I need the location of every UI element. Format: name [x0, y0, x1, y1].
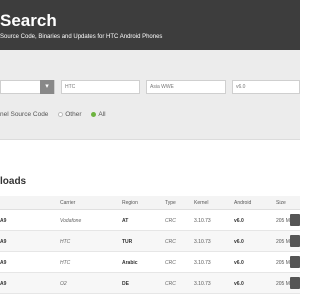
cell-region: TUR: [122, 239, 133, 245]
radio-all[interactable]: [91, 111, 97, 117]
col-carrier: Carrier: [60, 200, 76, 206]
cell-kernel: 3.10.73: [194, 239, 211, 245]
page-title: Search: [0, 11, 57, 30]
cell-type: CRC: [165, 281, 176, 287]
cell-region: Arabic: [122, 260, 138, 266]
filter-select-1[interactable]: ▾: [0, 80, 55, 94]
table-row[interactable]: A9 Vodafone AT CRC 3.10.73 v6.0 205 MB: [0, 210, 300, 231]
cell-carrier: HTC: [60, 260, 71, 266]
radio-label: nel Source Code: [0, 111, 49, 118]
download-icon[interactable]: [290, 277, 300, 289]
cell-name: A9: [0, 260, 7, 266]
cell-carrier: Vodafone: [60, 218, 82, 224]
table-row[interactable]: A9 O2 DE CRC 3.10.73 v6.0 205 MB: [0, 273, 300, 294]
radio-other[interactable]: [58, 111, 64, 117]
filter-select-4-value: v6.0: [236, 84, 246, 90]
col-android: Android: [234, 200, 252, 206]
filter-select-4[interactable]: v6.0: [232, 80, 300, 94]
filter-select-2-value: HTC: [65, 84, 76, 90]
cell-kernel: 3.10.73: [194, 218, 211, 224]
cell-android: v6.0: [234, 281, 244, 287]
cell-kernel: 3.10.73: [194, 260, 211, 266]
downloads-table: Carrier Region Type Kernel Android Size …: [0, 196, 300, 294]
cell-android: v6.0: [234, 239, 244, 245]
cell-region: AT: [122, 218, 129, 224]
col-kernel: Kernel: [194, 200, 209, 206]
download-icon[interactable]: [290, 214, 300, 226]
page-header: Search Source Code, Binaries and Updates…: [0, 0, 300, 50]
cell-carrier: HTC: [60, 239, 71, 245]
cell-region: DE: [122, 281, 129, 287]
cell-type: CRC: [165, 260, 176, 266]
filter-select-3[interactable]: Asia WWE: [146, 80, 226, 94]
cell-android: v6.0: [234, 260, 244, 266]
page-subtitle: Source Code, Binaries and Updates for HT…: [0, 34, 163, 40]
radio-all-label: All: [98, 111, 106, 118]
col-type: Type: [165, 200, 176, 206]
cell-android: v6.0: [234, 218, 244, 224]
filter-select-3-value: Asia WWE: [150, 84, 174, 90]
cell-name: A9: [0, 218, 7, 224]
cell-kernel: 3.10.73: [194, 281, 211, 287]
cell-carrier: O2: [60, 281, 67, 287]
cell-type: CRC: [165, 239, 176, 245]
radio-other-label: Other: [65, 111, 82, 118]
filter-panel: ▾ HTC Asia WWE v6.0: [0, 50, 300, 140]
col-region: Region: [122, 200, 138, 206]
chevron-down-icon: ▾: [40, 80, 54, 94]
cell-type: CRC: [165, 218, 176, 224]
source-type-radio-group: nel Source Code Other All: [0, 111, 106, 118]
table-header: Carrier Region Type Kernel Android Size: [0, 196, 300, 210]
section-title: loads: [0, 176, 27, 187]
download-icon[interactable]: [290, 235, 300, 247]
col-size: Size: [276, 200, 286, 206]
table-row[interactable]: A9 HTC Arabic CRC 3.10.73 v6.0 205 MB: [0, 252, 300, 273]
filter-select-2[interactable]: HTC: [61, 80, 140, 94]
cell-name: A9: [0, 239, 7, 245]
download-icon[interactable]: [290, 256, 300, 268]
table-row[interactable]: A9 HTC TUR CRC 3.10.73 v6.0 205 MB: [0, 231, 300, 252]
cell-name: A9: [0, 281, 7, 287]
